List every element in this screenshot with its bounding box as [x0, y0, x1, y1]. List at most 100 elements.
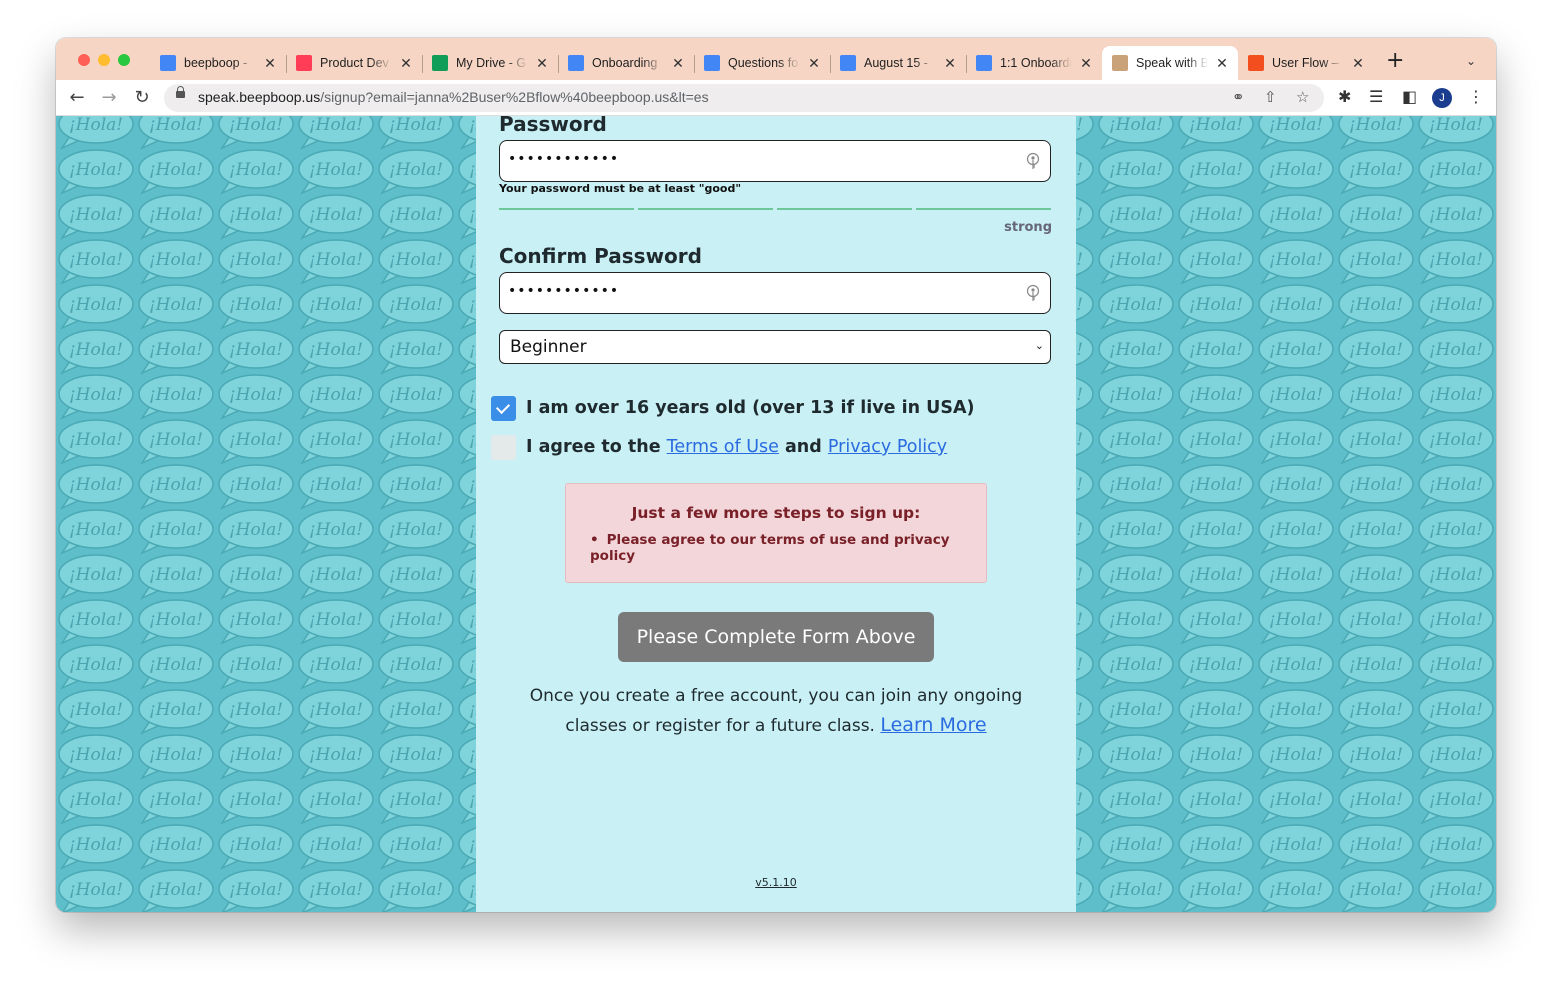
- hola-bubble: ¡Hola!: [298, 116, 374, 150]
- version-link[interactable]: v5.1.10: [476, 876, 1076, 889]
- password-key-icon[interactable]: ⚭: [1232, 88, 1245, 106]
- media-queue-icon[interactable]: ☰: [1369, 87, 1383, 106]
- browser-tab[interactable]: Questions fo ✕: [694, 46, 830, 80]
- hola-bubble: ¡Hola!: [1338, 329, 1414, 375]
- minimize-window-button[interactable]: [98, 54, 110, 66]
- hola-text: ¡Hola!: [389, 700, 443, 720]
- level-select[interactable]: Beginner ⌄: [499, 330, 1051, 364]
- more-menu-icon[interactable]: ⋮: [1468, 87, 1484, 106]
- password-manager-key-icon[interactable]: [1026, 152, 1040, 170]
- hola-bubble: ¡Hola!: [218, 824, 294, 870]
- terms-of-use-link[interactable]: Terms of Use: [667, 437, 779, 457]
- hola-bubble: ¡Hola!: [1258, 374, 1334, 420]
- close-tab-icon[interactable]: ✕: [670, 55, 686, 72]
- browser-tab[interactable]: User Flow – ✕: [1238, 46, 1374, 80]
- address-bar[interactable]: speak.beepboop.us/signup?email=janna%2Bu…: [164, 84, 1324, 112]
- terms-checkbox-label[interactable]: I agree to the Terms of Use and Privacy …: [526, 437, 947, 457]
- hola-bubble: ¡Hola!: [218, 284, 294, 330]
- confirm-password-input[interactable]: ••••••••••••: [499, 272, 1051, 314]
- strength-meter-segment: [777, 208, 912, 210]
- hola-text: ¡Hola!: [389, 430, 443, 450]
- privacy-policy-link[interactable]: Privacy Policy: [828, 437, 947, 457]
- maximize-window-button[interactable]: [118, 54, 130, 66]
- close-tab-icon[interactable]: ✕: [806, 55, 822, 72]
- hola-bubble: ¡Hola!: [1418, 779, 1494, 825]
- hola-text: ¡Hola!: [309, 430, 363, 450]
- profile-avatar[interactable]: J: [1432, 88, 1452, 108]
- lock-icon[interactable]: [176, 86, 185, 98]
- hola-bubble: ¡Hola!: [1178, 599, 1254, 645]
- share-icon[interactable]: ⇧: [1264, 88, 1277, 106]
- hola-bubble: ¡Hola!: [1418, 464, 1494, 510]
- hola-bubble: ¡Hola!: [378, 116, 454, 150]
- hola-bubble: ¡Hola!: [58, 734, 134, 780]
- close-window-button[interactable]: [78, 54, 90, 66]
- forward-arrow-icon[interactable]: →: [98, 86, 120, 108]
- hola-text: ¡Hola!: [229, 205, 283, 225]
- hola-bubble: ¡Hola!: [138, 554, 214, 600]
- hola-bubble: ¡Hola!: [1178, 824, 1254, 870]
- hola-text: ¡Hola!: [69, 655, 123, 675]
- close-tab-icon[interactable]: ✕: [1214, 55, 1230, 72]
- browser-tab[interactable]: Product Dev ✕: [286, 46, 422, 80]
- submit-button[interactable]: Please Complete Form Above: [618, 612, 934, 662]
- hola-bubble: ¡Hola!: [1258, 194, 1334, 240]
- close-tab-icon[interactable]: ✕: [1350, 55, 1366, 72]
- hola-bubble: ¡Hola!: [218, 374, 294, 420]
- hola-text: ¡Hola!: [309, 655, 363, 675]
- terms-checkbox[interactable]: [491, 435, 516, 460]
- password-input[interactable]: ••••••••••••: [499, 140, 1051, 182]
- tab-title: Product Dev: [320, 56, 389, 70]
- hola-bubble: ¡Hola!: [218, 599, 294, 645]
- learn-more-link[interactable]: Learn More: [880, 714, 986, 736]
- password-manager-key-icon[interactable]: [1026, 284, 1040, 302]
- browser-tab[interactable]: Onboarding ✕: [558, 46, 694, 80]
- hola-text: ¡Hola!: [149, 430, 203, 450]
- hola-text: ¡Hola!: [1189, 610, 1243, 630]
- hola-bubble: ¡Hola!: [378, 239, 454, 285]
- hola-bubble: ¡Hola!: [58, 554, 134, 600]
- confirm-password-label: Confirm Password: [499, 244, 702, 268]
- new-tab-button[interactable]: +: [1386, 50, 1404, 72]
- reload-icon[interactable]: ↻: [131, 86, 153, 108]
- back-arrow-icon[interactable]: ←: [66, 86, 88, 108]
- browser-tab[interactable]: My Drive - G ✕: [422, 46, 558, 80]
- hola-text: ¡Hola!: [389, 655, 443, 675]
- browser-tab[interactable]: 1:1 Onboardi ✕: [966, 46, 1102, 80]
- hola-text: ¡Hola!: [69, 160, 123, 180]
- hola-text: ¡Hola!: [229, 610, 283, 630]
- close-tab-icon[interactable]: ✕: [942, 55, 958, 72]
- hola-text: ¡Hola!: [69, 385, 123, 405]
- hola-bubble: ¡Hola!: [378, 779, 454, 825]
- hola-text: ¡Hola!: [389, 475, 443, 495]
- hola-text: ¡Hola!: [389, 835, 443, 855]
- extensions-puzzle-icon[interactable]: ✱: [1338, 87, 1351, 106]
- browser-tab[interactable]: beepboop - ✕: [150, 46, 286, 80]
- url-text[interactable]: speak.beepboop.us/signup?email=janna%2Bu…: [198, 89, 709, 105]
- google-docs-icon: [976, 55, 992, 71]
- hola-bubble: ¡Hola!: [58, 644, 134, 690]
- hola-bubble: ¡Hola!: [1178, 239, 1254, 285]
- close-tab-icon[interactable]: ✕: [262, 55, 278, 72]
- age-checkbox[interactable]: [491, 396, 516, 421]
- hola-text: ¡Hola!: [1189, 520, 1243, 540]
- hola-text: ¡Hola!: [1189, 205, 1243, 225]
- hola-text: ¡Hola!: [1429, 475, 1483, 495]
- browser-tab[interactable]: August 15 - ✕: [830, 46, 966, 80]
- hola-text: ¡Hola!: [149, 790, 203, 810]
- tab-search-chevron-icon[interactable]: ⌄: [1466, 54, 1476, 68]
- close-tab-icon[interactable]: ✕: [1078, 55, 1094, 72]
- google-docs-icon: [840, 55, 856, 71]
- bookmark-star-icon[interactable]: ☆: [1296, 88, 1309, 106]
- hola-bubble: ¡Hola!: [1098, 329, 1174, 375]
- hola-bubble: ¡Hola!: [218, 779, 294, 825]
- close-tab-icon[interactable]: ✕: [398, 55, 414, 72]
- hola-bubble: ¡Hola!: [1258, 734, 1334, 780]
- close-tab-icon[interactable]: ✕: [534, 55, 550, 72]
- side-panel-icon[interactable]: ◧: [1402, 87, 1417, 106]
- browser-tab[interactable]: Speak with B ✕: [1102, 46, 1238, 80]
- hola-text: ¡Hola!: [1189, 295, 1243, 315]
- age-checkbox-label[interactable]: I am over 16 years old (over 13 if live …: [526, 398, 975, 418]
- hola-bubble: ¡Hola!: [138, 116, 214, 150]
- hola-text: ¡Hola!: [1109, 340, 1163, 360]
